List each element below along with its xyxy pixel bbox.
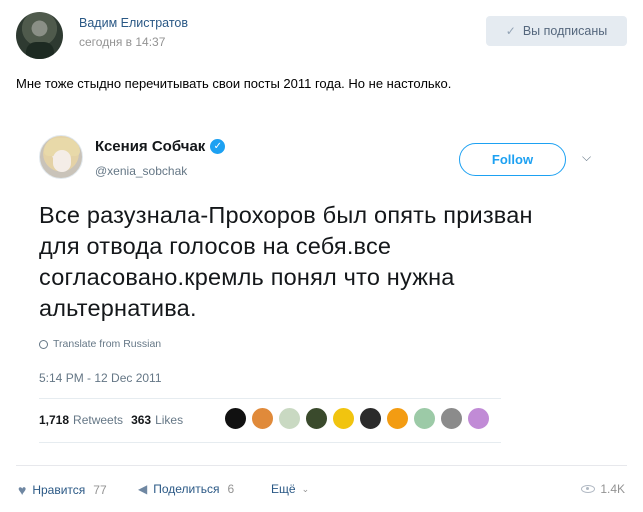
likes-label: Likes <box>155 413 184 427</box>
tweet-author-label: Ксения Собчак <box>95 138 206 155</box>
translate-label: Translate from Russian <box>53 338 162 350</box>
avatar-face <box>53 150 71 172</box>
views-count: 1.4K <box>600 482 625 496</box>
tweet-date[interactable]: 5:14 PM - 12 Dec 2011 <box>39 371 162 385</box>
post-time[interactable]: сегодня в 14:37 <box>79 35 165 49</box>
divider <box>39 442 501 443</box>
like-button[interactable]: ♥ Нравится 77 <box>18 482 107 498</box>
tweet-author-name[interactable]: Ксения Собчак ✓ <box>95 138 226 155</box>
chevron-down-icon: ⌄ <box>301 483 310 494</box>
likers-avatars <box>224 407 490 430</box>
liker-avatar[interactable] <box>251 407 274 430</box>
liker-avatar[interactable] <box>386 407 409 430</box>
check-icon: ✓ <box>505 24 516 38</box>
retweets-label: Retweets <box>73 413 124 427</box>
views-counter: 1.4K <box>581 482 625 496</box>
subscribed-label: Вы подписаны <box>522 24 608 38</box>
chevron-down-icon[interactable]: ⌵ <box>582 150 591 165</box>
eye-icon <box>581 485 596 493</box>
like-label: Нравится <box>32 483 86 497</box>
tweet-handle[interactable]: @xenia_sobchak <box>95 164 187 178</box>
post-header: Вадим Елистратов сегодня в 14:37 ✓ Вы по… <box>16 12 627 59</box>
tweet-stats: 1,718 Retweets 363 Likes <box>39 413 183 427</box>
retweets-stat[interactable]: 1,718 Retweets <box>39 413 123 427</box>
subscribed-button[interactable]: ✓ Вы подписаны <box>486 16 627 46</box>
embedded-tweet[interactable]: Ксения Собчак ✓ @xenia_sobchak Follow ⌵ … <box>25 120 615 450</box>
author-avatar[interactable] <box>16 12 63 59</box>
megaphone-icon: ◀ <box>138 482 148 496</box>
globe-icon <box>39 339 48 349</box>
liker-avatar[interactable] <box>278 407 301 430</box>
liker-avatar[interactable] <box>467 407 490 430</box>
divider <box>16 465 627 466</box>
heart-icon: ♥ <box>18 482 27 498</box>
follow-button[interactable]: Follow <box>459 143 566 176</box>
post-text: Мне тоже стыдно перечитывать свои посты … <box>16 76 452 91</box>
more-button[interactable]: Ещё ⌄ <box>271 482 309 496</box>
tweet-text: Все разузнала-Прохоров был опять призван… <box>39 202 533 321</box>
divider <box>39 398 501 399</box>
liker-avatar[interactable] <box>305 407 328 430</box>
translate-link[interactable]: Translate from Russian <box>39 338 161 350</box>
author-name[interactable]: Вадим Елистратов <box>79 16 188 30</box>
post-actions: ♥ Нравится 77 ◀ Поделиться 6 Ещё ⌄ 1.4K <box>18 482 625 500</box>
share-count: 6 <box>227 482 235 496</box>
liker-avatar[interactable] <box>332 407 355 430</box>
tweet-author-avatar[interactable] <box>39 135 83 179</box>
like-count: 77 <box>93 483 107 497</box>
verified-icon: ✓ <box>210 139 226 154</box>
likes-stat[interactable]: 363 Likes <box>131 413 183 427</box>
avatar-shirt <box>26 42 54 59</box>
likes-count: 363 <box>131 413 152 427</box>
share-label: Поделиться <box>153 482 220 496</box>
liker-avatar[interactable] <box>224 407 247 430</box>
retweets-count: 1,718 <box>39 413 70 427</box>
liker-avatar[interactable] <box>413 407 436 430</box>
liker-avatar[interactable] <box>440 407 463 430</box>
more-label: Ещё <box>271 482 296 496</box>
liker-avatar[interactable] <box>359 407 382 430</box>
share-button[interactable]: ◀ Поделиться 6 <box>138 482 234 496</box>
